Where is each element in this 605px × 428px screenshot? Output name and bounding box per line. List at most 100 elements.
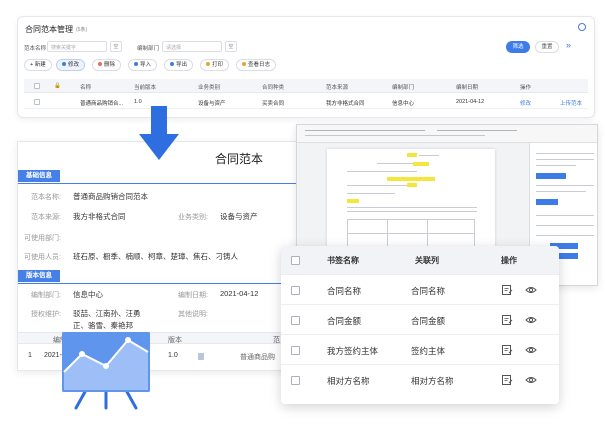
- template-name-label: 范本名称:: [31, 194, 61, 201]
- col-version: 当前版本: [134, 85, 157, 91]
- lock-icon: 🔒: [54, 83, 61, 89]
- row-checkbox[interactable]: [34, 99, 40, 105]
- other-notes-label: 其他说明:: [178, 311, 208, 318]
- version-dept-label: 编制部门:: [31, 292, 61, 299]
- expand-chevron-icon[interactable]: »: [566, 40, 571, 50]
- template-name-value: 普通商品购销合同范本: [73, 192, 148, 201]
- info-icon[interactable]: [578, 23, 586, 31]
- bookmark-name: 合同金额: [327, 316, 362, 326]
- table-row[interactable]: 普通商品购销合... 1.0 设备与资产 买卖合同 我方非格式合同 信息中心 2…: [24, 95, 588, 109]
- name-filter-label: 范本名称: [24, 46, 47, 52]
- import-button[interactable]: 导入: [128, 59, 158, 71]
- dept-clear-chip[interactable]: 空: [225, 41, 237, 52]
- row-version: 1.0: [134, 99, 142, 105]
- export-button[interactable]: 导出: [164, 59, 194, 71]
- row-dept: 信息中心: [392, 101, 415, 107]
- col-dept: 编制部门: [392, 85, 415, 91]
- bookmark-name: 我方签约主体: [327, 346, 379, 356]
- edit-icon[interactable]: [501, 284, 513, 296]
- bookmark-row[interactable]: 相对方名称 相对方名称: [281, 364, 559, 394]
- usable-dept-label: 可使用部门:: [24, 235, 61, 242]
- linked-column: 合同金额: [411, 316, 446, 326]
- contract-template-management-panel: 合同范本管理 (5条) 范本名称 搜索关键字 空 编制部门 请选择 空 筛选 重…: [17, 16, 595, 118]
- col-date: 编制日期: [456, 85, 479, 91]
- toolbar: + 新建 修改 删除 导入 导出 打印 查看日志: [24, 59, 324, 71]
- export-icon: [170, 62, 174, 66]
- filter-button[interactable]: 筛选: [506, 41, 530, 53]
- col-ops: 操作: [501, 256, 517, 265]
- row-name: 普通商品购销合...: [80, 101, 124, 107]
- arrow-down-icon: [139, 106, 179, 160]
- version-dept-value: 信息中心: [73, 290, 103, 299]
- eye-icon[interactable]: [525, 344, 537, 356]
- col-ops: 操作: [520, 85, 532, 91]
- new-button[interactable]: + 新建: [24, 59, 52, 71]
- select-all-checkbox[interactable]: [34, 83, 40, 89]
- bookmark-row[interactable]: 我方签约主体 签约主体: [281, 334, 559, 364]
- template-source-value: 我方非格式合同: [73, 212, 126, 221]
- edit-button[interactable]: 修改: [56, 59, 86, 71]
- category-value: 设备与资产: [220, 212, 258, 221]
- name-search-input[interactable]: 搜索关键字: [47, 41, 107, 52]
- import-icon: [134, 62, 138, 66]
- log-icon: [242, 62, 246, 66]
- bookmark-row[interactable]: 合同名称 合同名称: [281, 274, 559, 304]
- linked-column: 签约主体: [411, 346, 446, 356]
- col-kind: 合同种类: [262, 85, 285, 91]
- print-icon: [206, 62, 210, 66]
- side-action-button[interactable]: [536, 173, 566, 179]
- row-upload-link[interactable]: 上传范本: [560, 99, 582, 107]
- linked-column: 相对方名称: [411, 376, 454, 386]
- reset-button[interactable]: 重置: [535, 41, 559, 53]
- print-button[interactable]: 打印: [200, 59, 230, 71]
- version-date-value: 2021-04-12: [220, 289, 259, 298]
- delete-button[interactable]: 删除: [92, 59, 122, 71]
- bookmark-name: 相对方名称: [327, 376, 370, 386]
- page-title: 合同范本管理: [25, 25, 73, 34]
- category-label: 业务类别:: [178, 214, 208, 221]
- editor-toolbar: [297, 125, 597, 143]
- col-name: 名称: [80, 85, 92, 91]
- col-source: 范本来源: [326, 85, 349, 91]
- bookmark-mapping-table: 书签名称 关联列 操作 合同名称 合同名称合同金额 合同金额我方签约主体 签约主体相对…: [281, 246, 559, 404]
- presentation-board-icon: [62, 332, 150, 410]
- bookmark-table-header: 书签名称 关联列 操作: [281, 246, 559, 274]
- edit-icon[interactable]: [501, 374, 513, 386]
- row-category: 设备与资产: [198, 101, 226, 107]
- side-action-button[interactable]: [536, 199, 558, 205]
- template-source-label: 范本来源:: [31, 214, 61, 221]
- linked-column: 合同名称: [411, 286, 446, 296]
- eye-icon[interactable]: [525, 314, 537, 326]
- row-edit-link[interactable]: 修改: [520, 99, 531, 107]
- row-checkbox[interactable]: [291, 316, 300, 325]
- record-count: (5条): [76, 27, 88, 33]
- row-checkbox[interactable]: [291, 286, 300, 295]
- col-category: 业务类别: [198, 85, 221, 91]
- file-icon: [198, 353, 204, 360]
- bookmark-row[interactable]: 合同金额 合同金额: [281, 304, 559, 334]
- dept-select[interactable]: 请选择: [162, 41, 222, 52]
- edit-icon[interactable]: [501, 344, 513, 356]
- name-clear-chip[interactable]: 空: [110, 41, 122, 52]
- dept-filter-label: 编制部门: [137, 46, 160, 52]
- view-log-button[interactable]: 查看日志: [236, 59, 277, 71]
- col-bookmark-name: 书签名称: [327, 256, 359, 265]
- row-checkbox[interactable]: [291, 376, 300, 385]
- row-source: 我方非格式合同: [326, 101, 365, 107]
- edit-icon[interactable]: [501, 314, 513, 326]
- edit-icon: [62, 62, 66, 66]
- eye-icon[interactable]: [525, 374, 537, 386]
- usable-users-value: 班石原、橱季、楠顺、柯章、楚璋、焦石、刁铸人: [73, 252, 238, 261]
- usable-users-label: 可使用人员:: [24, 254, 61, 261]
- delete-icon: [98, 62, 102, 66]
- filter-bar: 范本名称 搜索关键字 空 编制部门 请选择 空 筛选 重置 »: [24, 40, 588, 55]
- row-date: 2021-04-12: [456, 99, 485, 105]
- sample-title: 合同范本: [215, 152, 264, 166]
- eye-icon[interactable]: [525, 284, 537, 296]
- select-all-checkbox[interactable]: [291, 256, 300, 265]
- template-file-link[interactable]: 普通商品购: [240, 352, 275, 362]
- version-date-label: 编制日期:: [178, 292, 208, 299]
- col-linked-column: 关联列: [415, 256, 439, 265]
- row-checkbox[interactable]: [291, 346, 300, 355]
- table-header: 🔒 名称 当前版本 业务类别 合同种类 范本来源 编制部门 编制日期 操作: [24, 79, 588, 93]
